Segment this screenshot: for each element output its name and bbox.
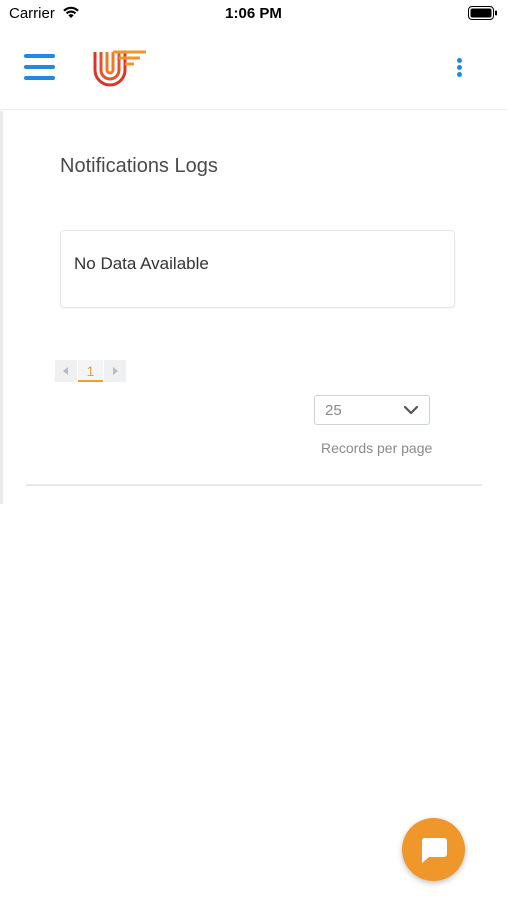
records-per-page-value: 25 [325, 402, 342, 419]
page-number-button[interactable]: 1 [78, 360, 103, 382]
status-bar: Carrier 1:06 PM [0, 0, 507, 28]
previous-page-button[interactable] [55, 360, 77, 382]
content-panel: Notifications Logs No Data Available 1 2… [0, 111, 507, 504]
next-page-button[interactable] [104, 360, 126, 382]
records-per-page-select[interactable]: 25 [314, 395, 430, 425]
section-divider [26, 484, 482, 486]
empty-state-card: No Data Available [60, 230, 455, 308]
app-header [0, 28, 507, 110]
chat-bubble-icon [421, 838, 447, 863]
brand-logo[interactable] [90, 46, 148, 92]
records-per-page-label: Records per page [321, 440, 433, 456]
page-title: Notifications Logs [60, 155, 218, 177]
kebab-menu-icon[interactable] [450, 54, 470, 82]
empty-state-message: No Data Available [74, 254, 209, 273]
hamburger-menu-icon[interactable] [24, 54, 56, 80]
battery-icon [468, 6, 497, 20]
chat-button[interactable] [402, 818, 465, 881]
status-time: 1:06 PM [225, 5, 282, 22]
chevron-down-icon [403, 405, 419, 415]
